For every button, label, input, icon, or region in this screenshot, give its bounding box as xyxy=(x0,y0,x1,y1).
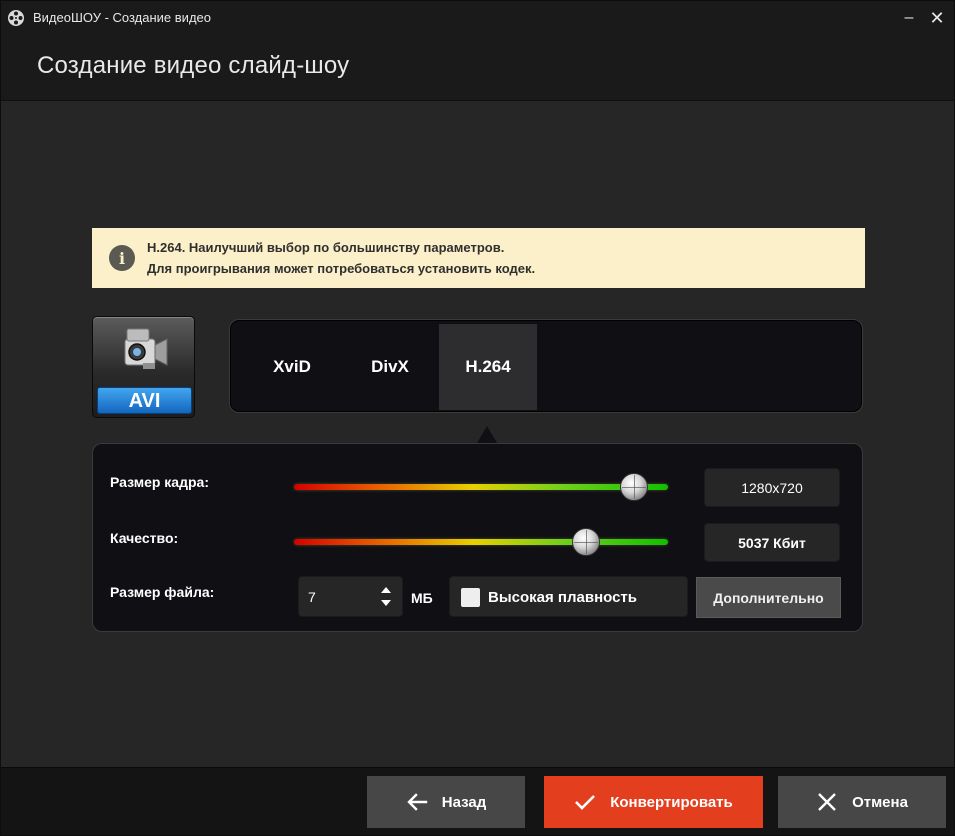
frame-size-slider-thumb[interactable] xyxy=(620,473,649,501)
back-button[interactable]: Назад xyxy=(367,776,525,828)
codec-selector: XviD DivX H.264 xyxy=(229,319,863,413)
page-header: Создание видео слайд-шоу xyxy=(1,35,954,101)
minimize-button[interactable]: – xyxy=(898,7,920,29)
checkmark-icon xyxy=(575,795,596,810)
format-avi-button[interactable]: AVI xyxy=(92,316,195,418)
cancel-button[interactable]: Отмена xyxy=(778,776,946,828)
frame-size-slider-track[interactable] xyxy=(294,484,668,490)
create-video-window: ВидеоШОУ - Создание видео – ✕ Создание в… xyxy=(0,0,955,836)
tab-xvid[interactable]: XviD xyxy=(244,324,340,410)
back-button-label: Назад xyxy=(441,793,487,811)
quality-value: 5037 Кбит xyxy=(704,523,840,562)
footer-bar: Назад Конвертировать Отмена xyxy=(1,767,954,835)
thumb-grip xyxy=(622,487,647,488)
cancel-button-label: Отмена xyxy=(852,793,908,811)
quality-slider-track[interactable] xyxy=(294,539,668,545)
film-reel-icon xyxy=(8,10,24,26)
advanced-button[interactable]: Дополнительно xyxy=(696,577,841,618)
minimize-icon: – xyxy=(904,9,914,26)
file-size-stepper[interactable]: 7 xyxy=(298,576,403,617)
file-size-label: Размер файла: xyxy=(110,584,215,600)
info-text-line-2: Для проигрывания может потребоваться уст… xyxy=(147,261,536,276)
file-size-input[interactable]: 7 xyxy=(308,589,316,605)
info-text-line-1: H.264. Наилучший выбор по большинству па… xyxy=(147,240,505,255)
arrow-left-icon xyxy=(407,793,427,811)
window-title: ВидеоШОУ - Создание видео xyxy=(33,10,211,25)
convert-button[interactable]: Конвертировать xyxy=(544,776,763,828)
close-icon xyxy=(818,793,836,811)
thumb-grip xyxy=(573,542,598,543)
close-window-button[interactable]: ✕ xyxy=(926,7,948,29)
high-smoothness-checkbox[interactable] xyxy=(461,588,480,607)
video-camera-icon xyxy=(124,328,168,369)
format-label: AVI xyxy=(97,387,192,414)
stepper-up-icon[interactable] xyxy=(381,587,391,593)
page-title: Создание видео слайд-шоу xyxy=(37,52,350,79)
close-icon: ✕ xyxy=(929,7,945,28)
info-icon: i xyxy=(109,245,135,271)
convert-button-label: Конвертировать xyxy=(610,793,733,811)
selected-tab-pointer xyxy=(477,426,497,443)
info-banner: i H.264. Наилучший выбор по большинству … xyxy=(92,228,865,288)
frame-size-label: Размер кадра: xyxy=(110,474,209,490)
quality-slider-thumb[interactable] xyxy=(571,528,600,556)
file-size-unit: МБ xyxy=(411,590,433,606)
settings-panel: Размер кадра: 1280x720 Качество: 5037 Кб… xyxy=(92,443,863,632)
title-bar[interactable]: ВидеоШОУ - Создание видео – ✕ xyxy=(1,1,954,35)
tab-divx[interactable]: DivX xyxy=(342,324,438,410)
frame-size-value: 1280x720 xyxy=(704,468,840,507)
high-smoothness-label: Высокая плавность xyxy=(488,589,638,606)
stepper-down-icon[interactable] xyxy=(381,600,391,606)
quality-label: Качество: xyxy=(110,530,179,546)
high-smoothness-toggle[interactable]: Высокая плавность xyxy=(449,576,688,617)
tab-h264-selected[interactable]: H.264 xyxy=(439,324,537,410)
